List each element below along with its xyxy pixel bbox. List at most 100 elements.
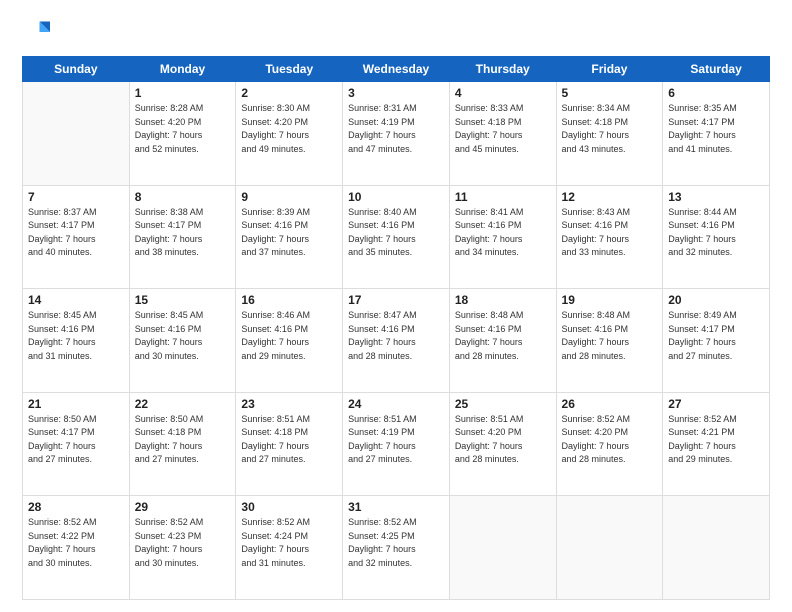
day-header-sunday: Sunday <box>23 57 130 82</box>
calendar-cell: 4 Sunrise: 8:33 AM Sunset: 4:18 PM Daylig… <box>449 82 556 186</box>
calendar-header-row: SundayMondayTuesdayWednesdayThursdayFrid… <box>23 57 770 82</box>
calendar-cell: 30 Sunrise: 8:52 AM Sunset: 4:24 PM Dayli… <box>236 496 343 600</box>
calendar-cell: 9 Sunrise: 8:39 AM Sunset: 4:16 PM Daylig… <box>236 185 343 289</box>
day-header-monday: Monday <box>129 57 236 82</box>
day-number: 6 <box>668 86 764 100</box>
day-number: 17 <box>348 293 444 307</box>
calendar-week-row: 21 Sunrise: 8:50 AM Sunset: 4:17 PM Dayli… <box>23 392 770 496</box>
calendar-cell: 17 Sunrise: 8:47 AM Sunset: 4:16 PM Dayli… <box>343 289 450 393</box>
day-info: Sunrise: 8:52 AM Sunset: 4:21 PM Dayligh… <box>668 413 764 467</box>
day-number: 5 <box>562 86 658 100</box>
day-header-thursday: Thursday <box>449 57 556 82</box>
calendar-cell: 29 Sunrise: 8:52 AM Sunset: 4:23 PM Dayli… <box>129 496 236 600</box>
day-number: 22 <box>135 397 231 411</box>
calendar-cell: 21 Sunrise: 8:50 AM Sunset: 4:17 PM Dayli… <box>23 392 130 496</box>
day-number: 29 <box>135 500 231 514</box>
day-info: Sunrise: 8:39 AM Sunset: 4:16 PM Dayligh… <box>241 206 337 260</box>
page: SundayMondayTuesdayWednesdayThursdayFrid… <box>0 0 792 612</box>
calendar-cell: 5 Sunrise: 8:34 AM Sunset: 4:18 PM Daylig… <box>556 82 663 186</box>
day-number: 20 <box>668 293 764 307</box>
calendar-cell: 6 Sunrise: 8:35 AM Sunset: 4:17 PM Daylig… <box>663 82 770 186</box>
calendar-cell: 2 Sunrise: 8:30 AM Sunset: 4:20 PM Daylig… <box>236 82 343 186</box>
calendar-cell: 26Sunrise: 8:52 AM Sunset: 4:20 PM Dayli… <box>556 392 663 496</box>
day-number: 24 <box>348 397 444 411</box>
day-number: 10 <box>348 190 444 204</box>
day-header-wednesday: Wednesday <box>343 57 450 82</box>
calendar-cell: 28Sunrise: 8:52 AM Sunset: 4:22 PM Dayli… <box>23 496 130 600</box>
calendar-cell: 16 Sunrise: 8:46 AM Sunset: 4:16 PM Dayli… <box>236 289 343 393</box>
calendar-cell: 31 Sunrise: 8:52 AM Sunset: 4:25 PM Dayli… <box>343 496 450 600</box>
day-header-saturday: Saturday <box>663 57 770 82</box>
day-header-tuesday: Tuesday <box>236 57 343 82</box>
day-info: Sunrise: 8:40 AM Sunset: 4:16 PM Dayligh… <box>348 206 444 260</box>
calendar-cell: 18Sunrise: 8:48 AM Sunset: 4:16 PM Dayli… <box>449 289 556 393</box>
day-number: 31 <box>348 500 444 514</box>
calendar-cell: 3Sunrise: 8:31 AM Sunset: 4:19 PM Daylig… <box>343 82 450 186</box>
day-info: Sunrise: 8:52 AM Sunset: 4:25 PM Dayligh… <box>348 516 444 570</box>
day-info: Sunrise: 8:35 AM Sunset: 4:17 PM Dayligh… <box>668 102 764 156</box>
day-number: 3 <box>348 86 444 100</box>
day-info: Sunrise: 8:45 AM Sunset: 4:16 PM Dayligh… <box>135 309 231 363</box>
calendar-cell: 11 Sunrise: 8:41 AM Sunset: 4:16 PM Dayli… <box>449 185 556 289</box>
calendar-week-row: 7 Sunrise: 8:37 AM Sunset: 4:17 PM Daylig… <box>23 185 770 289</box>
day-number: 15 <box>135 293 231 307</box>
calendar-cell: 19Sunrise: 8:48 AM Sunset: 4:16 PM Dayli… <box>556 289 663 393</box>
day-info: Sunrise: 8:51 AM Sunset: 4:20 PM Dayligh… <box>455 413 551 467</box>
day-info: Sunrise: 8:44 AM Sunset: 4:16 PM Dayligh… <box>668 206 764 260</box>
calendar-cell <box>449 496 556 600</box>
day-number: 8 <box>135 190 231 204</box>
day-info: Sunrise: 8:50 AM Sunset: 4:17 PM Dayligh… <box>28 413 124 467</box>
calendar-cell: 12Sunrise: 8:43 AM Sunset: 4:16 PM Dayli… <box>556 185 663 289</box>
logo <box>22 18 54 46</box>
day-number: 9 <box>241 190 337 204</box>
day-info: Sunrise: 8:41 AM Sunset: 4:16 PM Dayligh… <box>455 206 551 260</box>
day-number: 2 <box>241 86 337 100</box>
day-header-friday: Friday <box>556 57 663 82</box>
day-number: 26 <box>562 397 658 411</box>
day-number: 30 <box>241 500 337 514</box>
day-number: 27 <box>668 397 764 411</box>
calendar-cell: 1 Sunrise: 8:28 AM Sunset: 4:20 PM Daylig… <box>129 82 236 186</box>
calendar-cell: 7 Sunrise: 8:37 AM Sunset: 4:17 PM Daylig… <box>23 185 130 289</box>
day-info: Sunrise: 8:45 AM Sunset: 4:16 PM Dayligh… <box>28 309 124 363</box>
day-info: Sunrise: 8:52 AM Sunset: 4:23 PM Dayligh… <box>135 516 231 570</box>
calendar-cell: 22 Sunrise: 8:50 AM Sunset: 4:18 PM Dayli… <box>129 392 236 496</box>
calendar-cell <box>663 496 770 600</box>
day-number: 1 <box>135 86 231 100</box>
day-info: Sunrise: 8:47 AM Sunset: 4:16 PM Dayligh… <box>348 309 444 363</box>
day-info: Sunrise: 8:43 AM Sunset: 4:16 PM Dayligh… <box>562 206 658 260</box>
calendar-cell: 20 Sunrise: 8:49 AM Sunset: 4:17 PM Dayli… <box>663 289 770 393</box>
day-number: 7 <box>28 190 124 204</box>
calendar-cell: 24 Sunrise: 8:51 AM Sunset: 4:19 PM Dayli… <box>343 392 450 496</box>
day-info: Sunrise: 8:37 AM Sunset: 4:17 PM Dayligh… <box>28 206 124 260</box>
day-info: Sunrise: 8:52 AM Sunset: 4:24 PM Dayligh… <box>241 516 337 570</box>
day-info: Sunrise: 8:52 AM Sunset: 4:22 PM Dayligh… <box>28 516 124 570</box>
day-number: 23 <box>241 397 337 411</box>
day-info: Sunrise: 8:28 AM Sunset: 4:20 PM Dayligh… <box>135 102 231 156</box>
day-number: 21 <box>28 397 124 411</box>
header <box>22 18 770 46</box>
day-number: 11 <box>455 190 551 204</box>
calendar-cell: 15 Sunrise: 8:45 AM Sunset: 4:16 PM Dayli… <box>129 289 236 393</box>
day-info: Sunrise: 8:50 AM Sunset: 4:18 PM Dayligh… <box>135 413 231 467</box>
day-info: Sunrise: 8:30 AM Sunset: 4:20 PM Dayligh… <box>241 102 337 156</box>
calendar-cell: 23Sunrise: 8:51 AM Sunset: 4:18 PM Dayli… <box>236 392 343 496</box>
day-info: Sunrise: 8:51 AM Sunset: 4:19 PM Dayligh… <box>348 413 444 467</box>
day-number: 13 <box>668 190 764 204</box>
calendar-cell: 27 Sunrise: 8:52 AM Sunset: 4:21 PM Dayli… <box>663 392 770 496</box>
day-info: Sunrise: 8:34 AM Sunset: 4:18 PM Dayligh… <box>562 102 658 156</box>
calendar-table: SundayMondayTuesdayWednesdayThursdayFrid… <box>22 56 770 600</box>
day-number: 14 <box>28 293 124 307</box>
day-info: Sunrise: 8:38 AM Sunset: 4:17 PM Dayligh… <box>135 206 231 260</box>
day-info: Sunrise: 8:49 AM Sunset: 4:17 PM Dayligh… <box>668 309 764 363</box>
day-number: 4 <box>455 86 551 100</box>
day-info: Sunrise: 8:33 AM Sunset: 4:18 PM Dayligh… <box>455 102 551 156</box>
calendar-week-row: 14 Sunrise: 8:45 AM Sunset: 4:16 PM Dayli… <box>23 289 770 393</box>
calendar-week-row: 28Sunrise: 8:52 AM Sunset: 4:22 PM Dayli… <box>23 496 770 600</box>
day-info: Sunrise: 8:48 AM Sunset: 4:16 PM Dayligh… <box>562 309 658 363</box>
calendar-cell: 8 Sunrise: 8:38 AM Sunset: 4:17 PM Daylig… <box>129 185 236 289</box>
day-info: Sunrise: 8:46 AM Sunset: 4:16 PM Dayligh… <box>241 309 337 363</box>
calendar-cell: 25Sunrise: 8:51 AM Sunset: 4:20 PM Dayli… <box>449 392 556 496</box>
day-number: 16 <box>241 293 337 307</box>
calendar-cell: 10 Sunrise: 8:40 AM Sunset: 4:16 PM Dayli… <box>343 185 450 289</box>
